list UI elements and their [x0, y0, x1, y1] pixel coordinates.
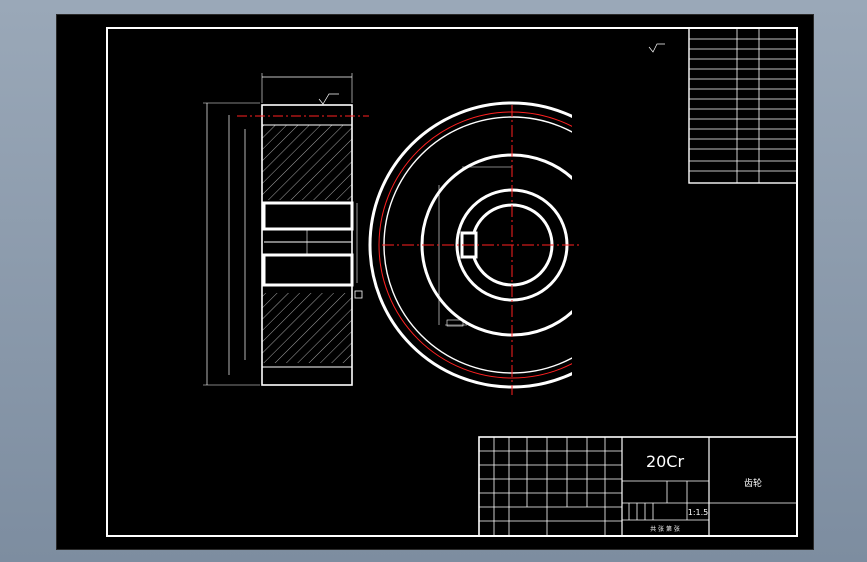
drawing-border	[106, 27, 798, 537]
section-view	[203, 73, 369, 386]
parameter-table	[688, 27, 798, 184]
bore-slot-upper	[262, 201, 354, 231]
roughness-symbol-icon	[318, 93, 339, 105]
cad-viewport[interactable]: 20Cr 齿轮 1:1.5 共 张 第 张	[56, 14, 814, 550]
sheet-label: 共 张 第 张	[650, 525, 680, 533]
section-hatch-lower	[262, 293, 352, 363]
roughness-note-icon	[648, 43, 665, 53]
section-hatch-upper	[262, 125, 352, 200]
part-name-label: 齿轮	[744, 477, 762, 489]
gear-drawing: 20Cr 齿轮 1:1.5 共 张 第 张	[106, 27, 798, 537]
bore-slot-lower	[262, 253, 354, 287]
material-label: 20Cr	[646, 452, 685, 471]
scale-label: 1:1.5	[688, 508, 709, 517]
